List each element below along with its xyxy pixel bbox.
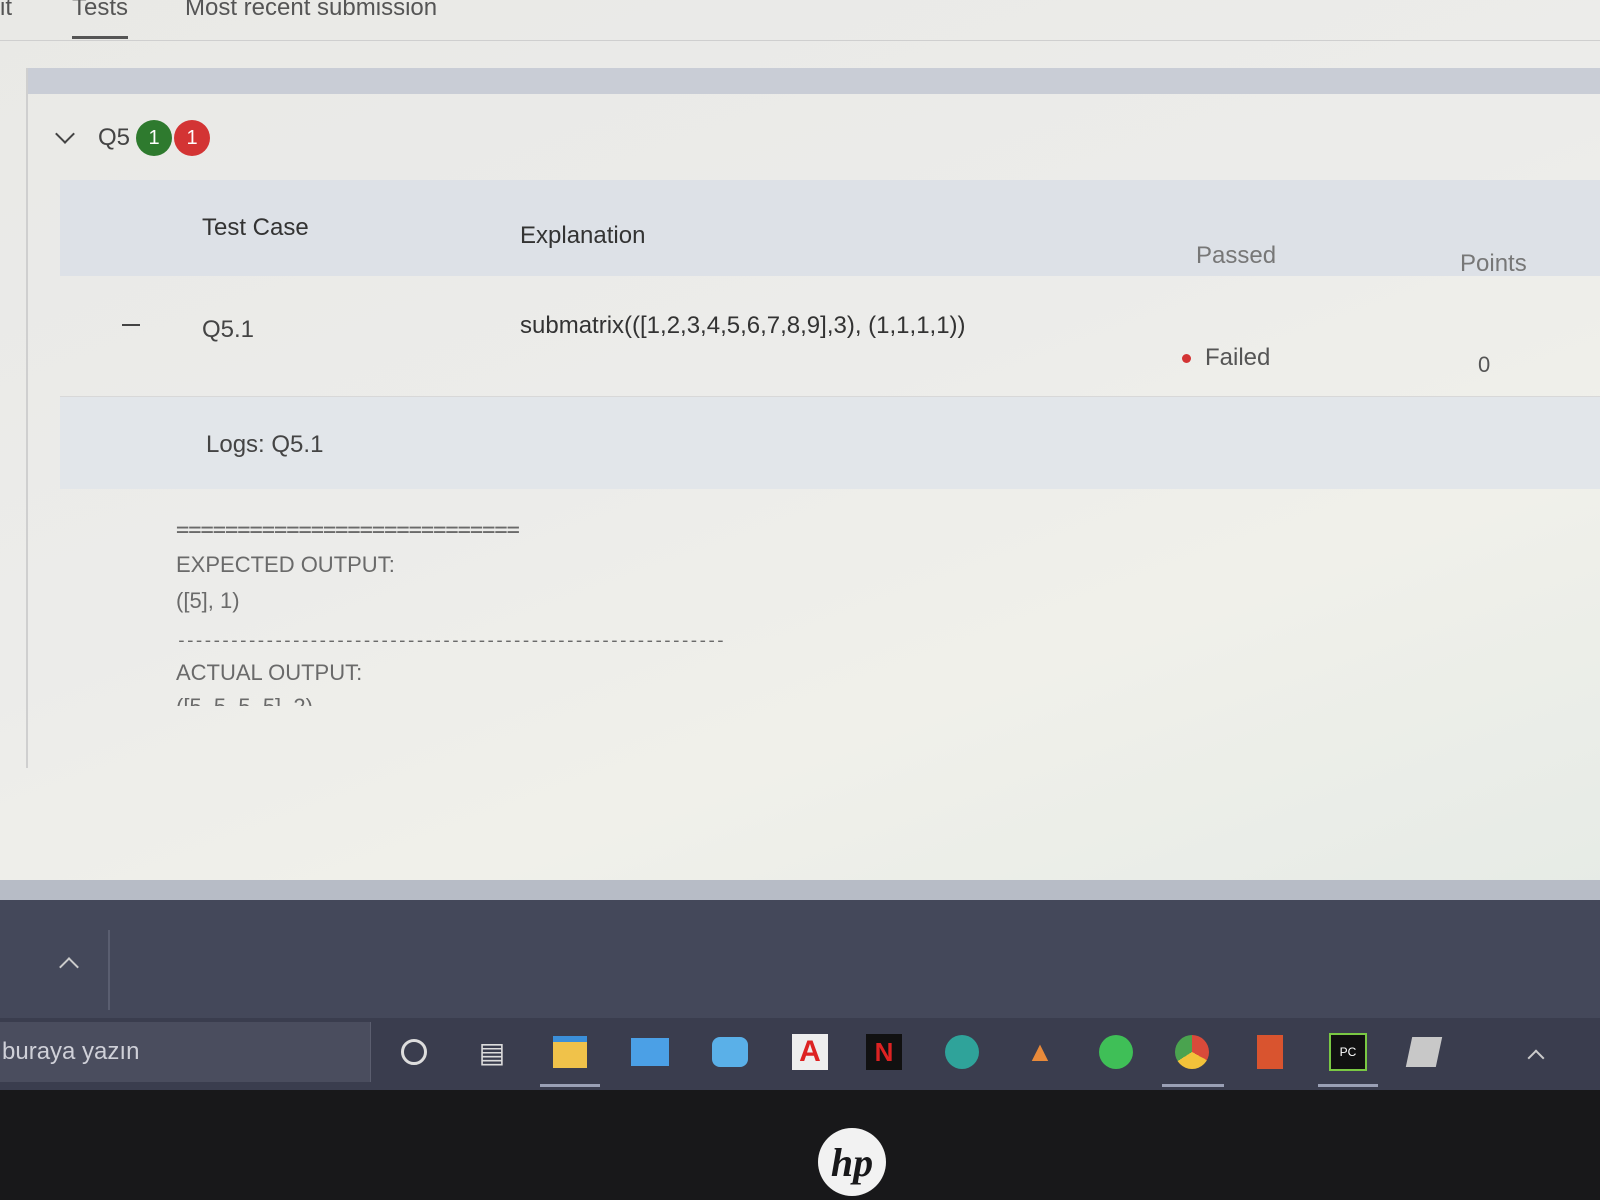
tab-partial[interactable]: it [0, 0, 14, 22]
office-icon[interactable] [1250, 1032, 1290, 1072]
failed-status-dot-icon [1182, 353, 1191, 363]
active-tab-indicator [72, 36, 128, 39]
failed-count-badge: 1 [174, 120, 211, 156]
logs-label: Logs: Q5.1 [206, 431, 324, 458]
task-view-icon[interactable]: ▤ [472, 1032, 512, 1072]
matlab-icon[interactable]: ▲ [1020, 1032, 1060, 1072]
status-text: Failed [1205, 344, 1271, 371]
column-header-points: Points [1460, 250, 1527, 277]
pycharm-icon[interactable]: PC [1328, 1032, 1368, 1072]
zoom-icon[interactable] [710, 1032, 750, 1072]
cortana-icon[interactable] [394, 1032, 434, 1072]
collapse-minus-icon[interactable] [122, 324, 140, 326]
mail-icon[interactable] [630, 1032, 670, 1072]
column-header-test-case: Test Case [202, 214, 309, 241]
chevron-down-icon[interactable] [55, 124, 75, 144]
netflix-icon[interactable]: N [864, 1032, 904, 1072]
status-cell: Failed [1182, 344, 1270, 372]
test-case-cell: Q5.1 [202, 316, 255, 343]
logs-header-row: Logs: Q5.1 [60, 397, 1600, 489]
table-header: Test Case Explanation Passed Points [60, 180, 1600, 277]
laptop-bezel: hp [0, 1090, 1600, 1200]
log-separator: ============================ [176, 518, 520, 543]
question-row-q5[interactable]: Q5 1 1 [55, 118, 212, 158]
panel-header-bar [28, 68, 1600, 94]
actual-output-value: ([5, 5, 5, 5], 2) [176, 694, 313, 706]
search-placeholder: buraya yazın [2, 1038, 140, 1065]
expected-output-label: EXPECTED OUTPUT: [176, 552, 395, 577]
whatsapp-icon[interactable] [1096, 1032, 1136, 1072]
running-indicator [1318, 1084, 1378, 1087]
taskbar-search-box[interactable]: buraya yazın [0, 1022, 371, 1082]
explanation-cell: submatrix(([1,2,3,4,5,6,7,8,9],3), (1,1,… [520, 312, 966, 339]
results-panel: Q5 1 1 Test Case Explanation Passed Poin… [26, 68, 1600, 768]
file-explorer-icon[interactable] [550, 1032, 590, 1072]
expected-output-value: ([5], 1) [176, 588, 240, 613]
log-divider: ----------------------------------------… [176, 630, 726, 651]
tab-bar: it Tests Most recent submission [0, 0, 1600, 41]
points-cell: 0 [1478, 352, 1491, 377]
tab-tests[interactable]: Tests [72, 0, 128, 28]
column-header-passed: Passed [1196, 242, 1277, 269]
passed-count-badge: 1 [136, 120, 173, 156]
acrobat-icon[interactable]: A [790, 1032, 830, 1072]
windows-taskbar: buraya yazın ▤ A N ▲ PC [0, 1018, 1600, 1090]
browser-viewport: it Tests Most recent submission Q5 1 1 T… [0, 0, 1600, 900]
desktop-strip [0, 900, 1600, 1018]
divider [108, 930, 110, 1010]
table-row: Q5.1 submatrix(([1,2,3,4,5,6,7,8,9],3), … [60, 276, 1600, 397]
hp-logo: hp [818, 1128, 886, 1196]
horizontal-scrollbar[interactable] [0, 880, 1600, 900]
running-indicator [1162, 1084, 1224, 1087]
edge-icon[interactable] [942, 1032, 982, 1072]
question-label: Q5 [98, 124, 131, 151]
system-tray-chevron-icon[interactable] [1527, 1049, 1545, 1067]
chrome-icon[interactable] [1172, 1032, 1212, 1072]
actual-output-label: ACTUAL OUTPUT: [176, 660, 363, 685]
running-indicator [540, 1084, 600, 1087]
column-header-explanation: Explanation [520, 222, 646, 249]
tab-most-recent-submission[interactable]: Most recent submission [185, 0, 437, 22]
chevron-up-icon[interactable] [59, 957, 79, 977]
files-icon[interactable] [1404, 1032, 1444, 1072]
